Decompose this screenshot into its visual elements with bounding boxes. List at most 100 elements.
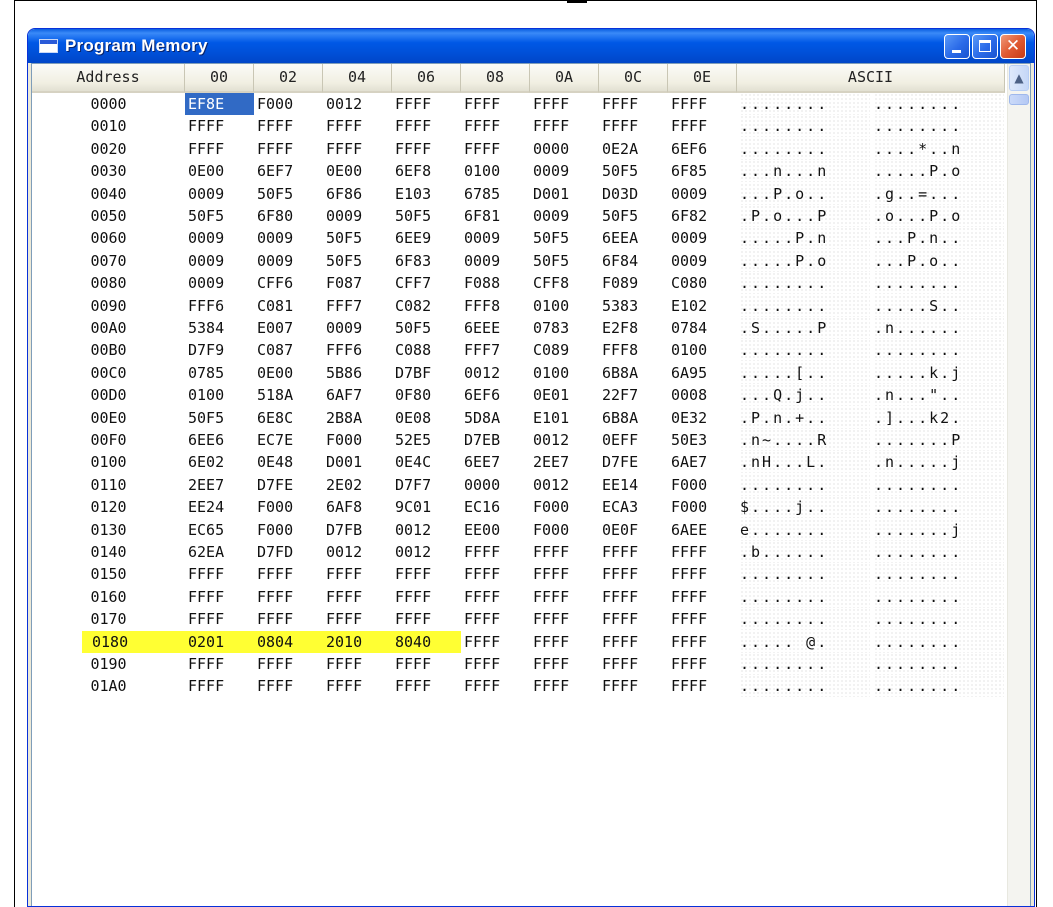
memory-word-cell[interactable]: FFFF bbox=[668, 115, 737, 137]
memory-word-cell[interactable]: CFF6 bbox=[254, 272, 323, 294]
memory-word-cell[interactable]: 50F5 bbox=[392, 205, 461, 227]
memory-word-cell[interactable]: D7FD bbox=[254, 541, 323, 563]
memory-word-cell[interactable]: D7FB bbox=[323, 519, 392, 541]
memory-word-cell[interactable]: 6EE6 bbox=[185, 429, 254, 451]
memory-word-cell[interactable]: FFFF bbox=[668, 586, 737, 608]
memory-word-cell[interactable]: FFFF bbox=[530, 586, 599, 608]
memory-word-cell[interactable]: FFFF bbox=[530, 541, 599, 563]
memory-word-cell[interactable]: F000 bbox=[668, 496, 737, 518]
memory-word-cell[interactable]: 6F80 bbox=[254, 205, 323, 227]
memory-word-cell[interactable]: 6AF8 bbox=[323, 496, 392, 518]
memory-word-cell[interactable]: 0009 bbox=[530, 160, 599, 182]
memory-word-cell[interactable]: 6F85 bbox=[668, 160, 737, 182]
memory-word-cell[interactable]: 50F5 bbox=[323, 227, 392, 249]
memory-word-cell[interactable]: 5B86 bbox=[323, 362, 392, 384]
memory-word-cell[interactable]: EE24 bbox=[185, 496, 254, 518]
memory-word-cell[interactable]: FFFF bbox=[599, 541, 668, 563]
memory-word-cell[interactable]: FFFF bbox=[668, 675, 737, 697]
memory-word-cell[interactable]: 0E0F bbox=[599, 519, 668, 541]
memory-word-cell[interactable]: 0009 bbox=[323, 205, 392, 227]
memory-word-cell[interactable]: 9C01 bbox=[392, 496, 461, 518]
memory-word-cell[interactable]: FFFF bbox=[461, 675, 530, 697]
memory-word-cell[interactable]: F000 bbox=[254, 496, 323, 518]
memory-word-cell[interactable]: D7F7 bbox=[392, 474, 461, 496]
column-header-06[interactable]: 06 bbox=[392, 64, 461, 93]
memory-word-cell[interactable]: FFFF bbox=[599, 631, 668, 653]
memory-word-cell[interactable]: 6EE9 bbox=[392, 227, 461, 249]
memory-word-cell[interactable]: EC7E bbox=[254, 429, 323, 451]
memory-word-cell[interactable]: FFFF bbox=[668, 563, 737, 585]
memory-word-cell[interactable]: FFFF bbox=[461, 138, 530, 160]
memory-word-cell[interactable]: 0E00 bbox=[323, 160, 392, 182]
memory-word-cell[interactable]: 0009 bbox=[461, 250, 530, 272]
memory-word-cell[interactable]: F000 bbox=[668, 474, 737, 496]
memory-word-cell[interactable]: FFFF bbox=[392, 93, 461, 115]
memory-word-cell[interactable]: 0009 bbox=[668, 227, 737, 249]
memory-word-cell[interactable]: 0012 bbox=[323, 541, 392, 563]
memory-word-cell[interactable]: FFFF bbox=[392, 586, 461, 608]
memory-word-cell[interactable]: FFFF bbox=[254, 586, 323, 608]
memory-word-cell[interactable]: FFFF bbox=[323, 138, 392, 160]
memory-word-cell[interactable]: F000 bbox=[530, 496, 599, 518]
memory-word-cell[interactable]: 6EF6 bbox=[668, 138, 737, 160]
memory-word-cell[interactable]: 2B8A bbox=[323, 407, 392, 429]
memory-word-cell[interactable]: CFF8 bbox=[530, 272, 599, 294]
memory-word-cell[interactable]: FFFF bbox=[668, 631, 737, 653]
memory-word-cell[interactable]: 50F5 bbox=[599, 205, 668, 227]
memory-word-cell[interactable]: F000 bbox=[323, 429, 392, 451]
memory-word-cell[interactable]: C081 bbox=[254, 295, 323, 317]
memory-word-cell[interactable]: 50E3 bbox=[668, 429, 737, 451]
memory-word-cell[interactable]: 5384 bbox=[185, 317, 254, 339]
memory-word-cell[interactable]: C088 bbox=[392, 339, 461, 361]
memory-word-cell[interactable]: F000 bbox=[254, 519, 323, 541]
memory-word-cell[interactable]: 52E5 bbox=[392, 429, 461, 451]
memory-word-cell[interactable]: C089 bbox=[530, 339, 599, 361]
memory-word-cell[interactable]: FFFF bbox=[185, 563, 254, 585]
memory-word-cell[interactable]: 6E02 bbox=[185, 451, 254, 473]
memory-word-cell[interactable]: FFF6 bbox=[185, 295, 254, 317]
scroll-up-icon[interactable]: ▲ bbox=[1009, 65, 1029, 91]
memory-word-cell[interactable]: FFFF bbox=[323, 653, 392, 675]
memory-word-cell[interactable]: FFFF bbox=[599, 563, 668, 585]
column-header-08[interactable]: 08 bbox=[461, 64, 530, 93]
memory-word-cell[interactable]: 0009 bbox=[185, 250, 254, 272]
memory-word-cell[interactable]: C087 bbox=[254, 339, 323, 361]
memory-word-cell[interactable]: FFFF bbox=[668, 93, 737, 115]
memory-word-cell[interactable]: FFFF bbox=[668, 653, 737, 675]
memory-word-cell[interactable]: 0804 bbox=[254, 630, 323, 653]
memory-word-cell[interactable]: FFFF bbox=[530, 631, 599, 653]
memory-word-cell[interactable]: D7EB bbox=[461, 429, 530, 451]
memory-word-cell[interactable]: E102 bbox=[668, 295, 737, 317]
memory-word-cell[interactable]: 0009 bbox=[461, 227, 530, 249]
memory-word-cell[interactable]: FFFF bbox=[530, 115, 599, 137]
memory-word-cell[interactable]: FFFF bbox=[530, 653, 599, 675]
memory-word-cell[interactable]: 50F5 bbox=[185, 407, 254, 429]
memory-word-cell[interactable]: 0100 bbox=[668, 339, 737, 361]
memory-word-cell[interactable]: FFFF bbox=[599, 93, 668, 115]
memory-word-cell[interactable]: 6AE7 bbox=[668, 451, 737, 473]
memory-word-cell[interactable]: 0E4C bbox=[392, 451, 461, 473]
memory-word-cell[interactable]: EF8E bbox=[185, 93, 254, 115]
memory-word-cell[interactable]: 0F80 bbox=[392, 384, 461, 406]
memory-word-cell[interactable]: 6EEA bbox=[599, 227, 668, 249]
memory-word-cell[interactable]: 6EF8 bbox=[392, 160, 461, 182]
memory-word-cell[interactable]: 6F83 bbox=[392, 250, 461, 272]
memory-word-cell[interactable]: FFFF bbox=[185, 608, 254, 630]
memory-word-cell[interactable]: D7F9 bbox=[185, 339, 254, 361]
memory-word-cell[interactable]: FFFF bbox=[185, 115, 254, 137]
memory-word-cell[interactable]: 2E02 bbox=[323, 474, 392, 496]
memory-word-cell[interactable]: FFF8 bbox=[461, 295, 530, 317]
memory-word-cell[interactable]: 0E48 bbox=[254, 451, 323, 473]
memory-word-cell[interactable]: 6B8A bbox=[599, 407, 668, 429]
memory-word-cell[interactable]: FFFF bbox=[461, 631, 530, 653]
memory-word-cell[interactable]: E2F8 bbox=[599, 317, 668, 339]
column-header-0a[interactable]: 0A bbox=[530, 64, 599, 93]
memory-word-cell[interactable]: 0E2A bbox=[599, 138, 668, 160]
memory-word-cell[interactable]: 50F5 bbox=[530, 227, 599, 249]
memory-word-cell[interactable]: D7FE bbox=[254, 474, 323, 496]
memory-word-cell[interactable]: FFFF bbox=[323, 675, 392, 697]
memory-word-cell[interactable]: FFFF bbox=[323, 586, 392, 608]
memory-word-cell[interactable]: 50F5 bbox=[323, 250, 392, 272]
memory-word-cell[interactable]: EE00 bbox=[461, 519, 530, 541]
maximize-button[interactable] bbox=[972, 34, 998, 59]
